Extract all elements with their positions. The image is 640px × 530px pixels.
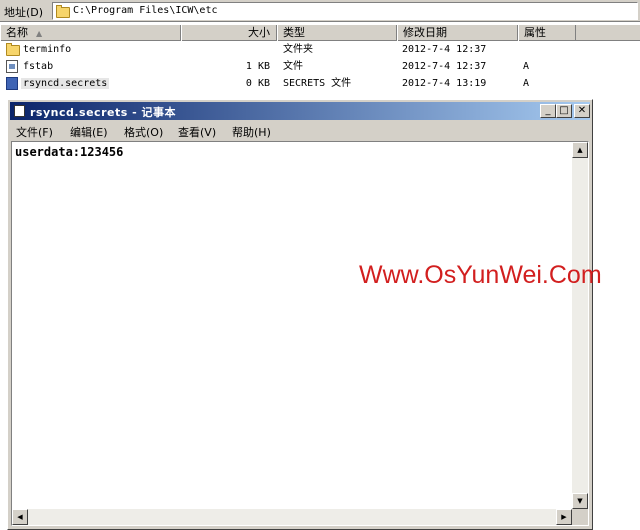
- notepad-icon: [14, 105, 25, 117]
- scroll-right-arrow-icon[interactable]: ▶: [556, 509, 572, 525]
- file-size: 0 KB: [245, 78, 270, 89]
- sort-ascending-icon: ▲: [36, 29, 43, 38]
- menu-file[interactable]: 文件(F): [16, 124, 53, 140]
- address-bar: 地址(D) C:\Program Files\ICW\etc: [0, 0, 640, 22]
- column-header-label: 大小: [248, 26, 270, 39]
- vertical-scrollbar[interactable]: ▲ ▼: [572, 142, 588, 509]
- notepad-title-bar[interactable]: rsyncd.secrets - 记事本 _ □ ✕: [10, 102, 590, 120]
- column-header-size[interactable]: 大小: [181, 25, 277, 41]
- file-type: 文件: [283, 61, 303, 72]
- list-item-selected[interactable]: rsyncd.secrets 0 KB SECRETS 文件 2012-7-4 …: [0, 75, 640, 92]
- menu-edit[interactable]: 编辑(E): [70, 124, 108, 140]
- menu-help[interactable]: 帮助(H): [232, 124, 271, 140]
- minimize-button[interactable]: _: [540, 104, 556, 118]
- horizontal-scrollbar[interactable]: ◀ ▶: [12, 509, 572, 525]
- maximize-button[interactable]: □: [556, 104, 572, 118]
- file-attributes: A: [523, 61, 530, 72]
- scroll-down-arrow-icon[interactable]: ▼: [572, 493, 588, 509]
- scroll-left-arrow-icon[interactable]: ◀: [12, 509, 28, 525]
- file-icon: [6, 60, 18, 73]
- file-type: SECRETS 文件: [283, 78, 352, 89]
- close-button[interactable]: ✕: [574, 104, 590, 118]
- column-header-label: 属性: [524, 26, 546, 39]
- notepad-window: rsyncd.secrets - 记事本 _ □ ✕ 文件(F) 编辑(E) 格…: [7, 99, 593, 530]
- column-header-modified[interactable]: 修改日期: [397, 25, 518, 41]
- file-attributes: A: [523, 78, 530, 89]
- address-label: 地址(D): [4, 6, 44, 19]
- column-header-attributes[interactable]: 属性: [518, 25, 576, 41]
- file-modified: 2012-7-4 13:19: [402, 78, 487, 89]
- secrets-file-icon: [6, 77, 18, 90]
- resize-grip[interactable]: [572, 509, 588, 525]
- text-editor[interactable]: userdata:123456 ▲ ▼ ◀ ▶: [11, 141, 589, 526]
- folder-icon: [56, 5, 70, 18]
- file-name: rsyncd.secrets: [21, 78, 110, 89]
- file-modified: 2012-7-4 12:37: [402, 44, 487, 55]
- menu-view[interactable]: 查看(V): [178, 124, 216, 140]
- column-header-type[interactable]: 类型: [277, 25, 397, 41]
- menu-bar: 文件(F) 编辑(E) 格式(O) 查看(V) 帮助(H): [10, 122, 590, 140]
- column-header-label: 类型: [283, 26, 305, 39]
- list-header: 名称 ▲ 大小 类型 修改日期 属性: [0, 25, 640, 41]
- file-size: [200, 41, 270, 58]
- column-header-label: 修改日期: [403, 26, 447, 39]
- file-name: terminfo: [23, 44, 72, 55]
- scroll-up-arrow-icon[interactable]: ▲: [572, 142, 588, 158]
- notepad-title: rsyncd.secrets - 记事本: [30, 106, 176, 119]
- file-type: 文件夹: [283, 44, 313, 55]
- file-modified: 2012-7-4 12:37: [402, 61, 487, 72]
- watermark: Www.OsYunWei.Com: [359, 261, 602, 289]
- list-item[interactable]: terminfo 文件夹 2012-7-4 12:37: [0, 41, 640, 58]
- file-name: fstab: [23, 61, 54, 72]
- menu-format[interactable]: 格式(O): [124, 124, 163, 140]
- address-input[interactable]: C:\Program Files\ICW\etc: [52, 2, 638, 20]
- editor-content: userdata:123456: [15, 145, 124, 159]
- file-size: 1 KB: [245, 61, 270, 72]
- address-path: C:\Program Files\ICW\etc: [73, 5, 218, 16]
- list-item[interactable]: fstab 1 KB 文件 2012-7-4 12:37 A: [0, 58, 640, 75]
- column-header-name[interactable]: 名称 ▲: [0, 25, 181, 41]
- folder-icon: [6, 43, 20, 56]
- column-header-label: 名称: [6, 26, 28, 39]
